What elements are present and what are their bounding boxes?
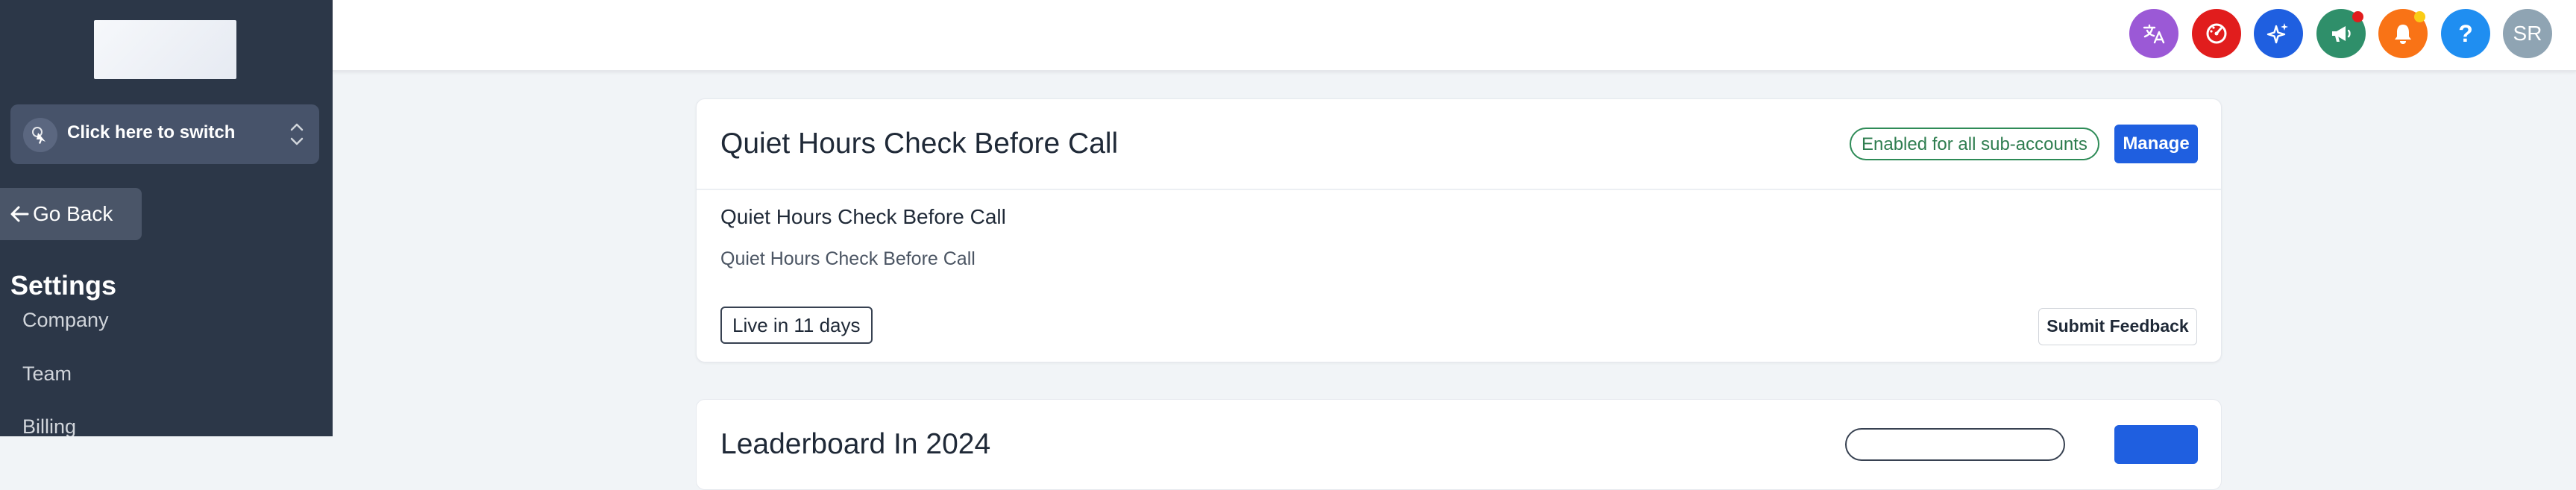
sidebar-item-company[interactable]: Company [22,309,109,332]
avatar[interactable]: SR [2503,9,2552,58]
ai-assistant-button[interactable] [2254,9,2303,58]
enabled-status-badge: Enabled for all sub-accounts [1850,128,2099,160]
translate-button[interactable] [2129,9,2178,58]
speedometer-icon [2206,23,2227,44]
notification-dot [2352,11,2363,22]
bell-icon [2395,25,2411,44]
chevron-updown-icon [290,123,304,145]
pointer-click-icon [23,118,57,152]
translate-icon [2143,24,2165,44]
feature-card: Quiet Hours Check Before Call Enabled fo… [696,98,2222,362]
manage-button[interactable] [2114,425,2198,464]
announcements-button[interactable] [2316,9,2366,58]
feature-subtitle: Quiet Hours Check Before Call [720,205,1006,228]
live-status-badge: Live in 11 days [720,307,873,344]
speed-button[interactable] [2192,9,2241,58]
sidebar: Click here to switch Go Back Settings Co… [0,0,333,436]
card-title: Leaderboard In 2024 [720,428,991,460]
submit-feedback-button[interactable]: Submit Feedback [2038,308,2197,345]
switcher-label: Click here to switch [67,122,236,142]
sparkles-icon [2266,23,2288,44]
megaphone-icon [2332,26,2351,42]
feature-card: Leaderboard In 2024 [696,399,2222,490]
help-icon: ? [2458,20,2473,47]
feature-description: Quiet Hours Check Before Call [720,248,976,269]
manage-button[interactable]: Manage [2114,125,2198,163]
status-badge [1845,428,2065,461]
arrow-left-icon [10,206,29,222]
account-switcher[interactable]: Click here to switch [10,104,319,164]
top-bar: ? SR [333,0,2576,72]
company-logo [94,20,236,79]
go-back-button[interactable]: Go Back [0,188,142,240]
help-button[interactable]: ? [2441,9,2490,58]
card-title: Quiet Hours Check Before Call [720,128,1119,160]
notification-dot [2414,11,2425,22]
sidebar-item-billing[interactable]: Billing [22,415,76,436]
avatar-initials: SR [2513,22,2542,45]
settings-heading: Settings [10,270,117,301]
notifications-button[interactable] [2378,9,2428,58]
sidebar-item-team[interactable]: Team [22,362,72,386]
go-back-label: Go Back [33,202,113,225]
card-divider [697,189,2221,190]
